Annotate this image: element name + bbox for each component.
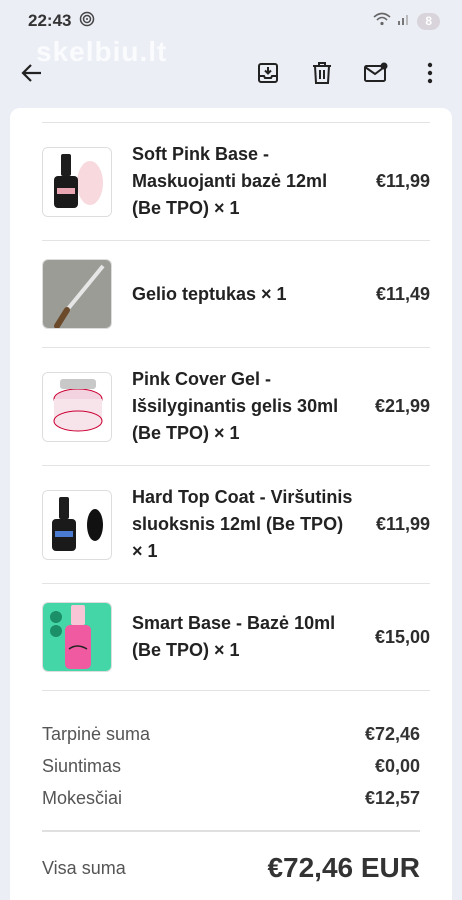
total-value: €72,46 EUR [267, 852, 420, 883]
app-bar [0, 48, 462, 98]
archive-icon[interactable] [250, 55, 286, 91]
item-name: Smart Base - Bazė 10ml (Be TPO) × 1 [132, 613, 336, 660]
order-summary: Tarpinė suma €72,46 Siuntimas €0,00 Moke… [42, 718, 420, 814]
item-price: €11,99 [375, 514, 430, 534]
mark-unread-icon[interactable] [358, 55, 394, 91]
product-image [42, 602, 112, 672]
product-image [42, 489, 112, 560]
more-vert-icon[interactable] [412, 55, 448, 91]
back-arrow-icon[interactable] [14, 55, 50, 91]
item-price: €15,00 [374, 626, 430, 647]
total-row: Visa suma €72,46 EUR [42, 852, 420, 884]
item-price: €21,99 [374, 396, 430, 416]
hotspot-icon [79, 11, 95, 32]
product-image [42, 259, 112, 329]
subtotal-label: Tarpinė suma [42, 723, 151, 744]
shipping-value: €0,00 [374, 755, 420, 776]
item-price: €11,49 [375, 283, 430, 304]
total-label: Visa suma [42, 857, 126, 878]
order-item: Smart Base - Bazė 10ml (Be TPO) × 1 €15,… [42, 584, 430, 691]
subtotal-value: €72,46 [364, 723, 420, 744]
order-item: Pink Cover Gel - Išsilyginantis gelis 30… [42, 348, 430, 466]
order-item: Gelio teptukas × 1 €11,49 [42, 241, 430, 348]
taxes-label: Mokesčiai [42, 787, 123, 808]
shipping-label: Siuntimas [42, 755, 122, 776]
signal-icon [397, 12, 411, 31]
item-name: Gelio teptukas × 1 [132, 283, 287, 304]
order-item: Hard Top Coat - Viršutinis sluoksnis 12m… [42, 466, 430, 584]
order-item-list: Soft Pink Base - Maskuojanti bazė 12ml (… [42, 123, 430, 691]
wifi-icon [373, 12, 391, 31]
product-image [42, 146, 112, 217]
taxes-value: €12,57 [364, 787, 420, 808]
taxes-row: Mokesčiai €12,57 [42, 782, 420, 814]
delete-icon[interactable] [304, 55, 340, 91]
product-image [42, 371, 112, 442]
battery-indicator: 8 [417, 12, 440, 30]
item-price: €11,99 [375, 171, 430, 191]
item-name: Hard Top Coat - Viršutinis sluoksnis 12m… [132, 487, 353, 561]
order-item: Soft Pink Base - Maskuojanti bazė 12ml (… [42, 123, 430, 241]
item-name: Soft Pink Base - Maskuojanti bazė 12ml (… [132, 144, 328, 218]
item-name: Pink Cover Gel - Išsilyginantis gelis 30… [132, 369, 339, 443]
status-time: 22:43 [28, 11, 72, 30]
subtotal-row: Tarpinė suma €72,46 [42, 718, 420, 750]
shipping-row: Siuntimas €0,00 [42, 750, 420, 782]
divider [42, 830, 420, 832]
